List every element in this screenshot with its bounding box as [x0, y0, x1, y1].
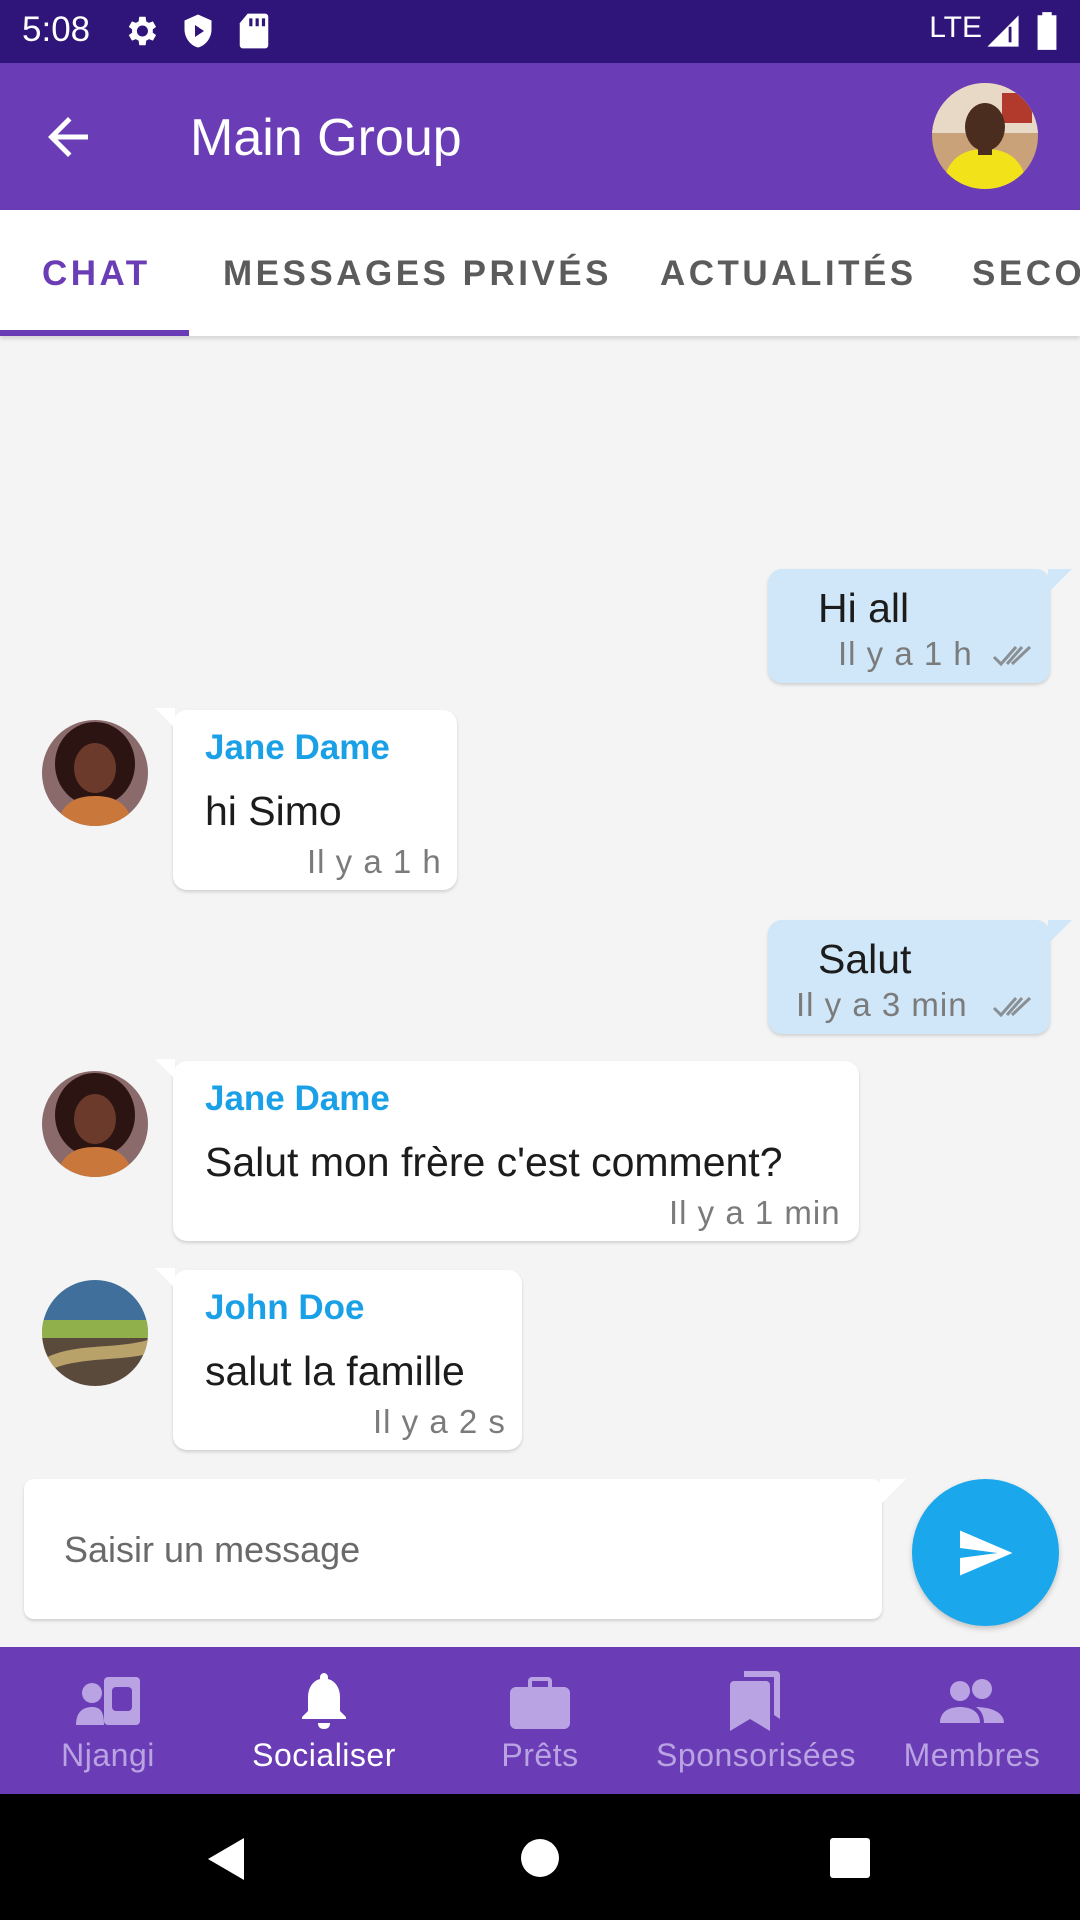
nav-label: Njangi [61, 1737, 155, 1773]
nav-label: Sponsorisées [656, 1737, 856, 1773]
double-check-icon [992, 645, 1032, 667]
message-text: hi Simo [205, 788, 342, 834]
avatar-jane-dame[interactable] [42, 720, 148, 826]
signal-icon [986, 14, 1020, 53]
avatar-john-doe[interactable] [42, 1280, 148, 1386]
system-navigation-bar [0, 1794, 1080, 1920]
message-time: Il y a 1 h [838, 635, 973, 672]
outgoing-message[interactable]: Salut Il y a 3 min [768, 920, 1072, 1034]
message-sender: Jane Dame [205, 1079, 390, 1118]
nav-label: Membres [903, 1737, 1041, 1773]
briefcase-icon [510, 1677, 570, 1729]
message-sender: John Doe [205, 1288, 365, 1327]
nav-label: Prêts [501, 1737, 579, 1773]
people-icon [940, 1679, 1004, 1723]
page-title: Main Group [190, 109, 462, 167]
message-text: salut la famille [205, 1348, 465, 1394]
nav-item-membres[interactable]: Membres [864, 1647, 1080, 1794]
nav-label: Socialiser [252, 1737, 396, 1773]
send-button[interactable] [912, 1479, 1059, 1626]
play-protect-icon [180, 12, 216, 55]
message-text: Hi all [818, 585, 910, 631]
app-bar: Main Group [0, 63, 1080, 210]
back-button[interactable] [38, 107, 108, 167]
tab-news[interactable]: ACTUALITÉS [660, 254, 917, 294]
double-check-icon [992, 996, 1032, 1018]
tab-seco[interactable]: SECO [972, 254, 1080, 294]
status-time: 5:08 [22, 10, 91, 49]
incoming-message[interactable]: John Doe salut la famille Il y a 2 s [155, 1268, 522, 1450]
message-time: Il y a 3 min [796, 986, 968, 1023]
nav-item-prets[interactable]: Prêts [432, 1647, 648, 1794]
message-input[interactable] [62, 1519, 846, 1581]
avatar-jane-dame[interactable] [42, 1071, 148, 1177]
system-home-icon[interactable] [520, 1838, 560, 1878]
message-time: Il y a 2 s [373, 1403, 506, 1440]
outgoing-message[interactable]: Hi all Il y a 1 h [768, 569, 1072, 683]
sd-card-icon [238, 12, 270, 55]
tab-chat[interactable]: CHAT [42, 254, 151, 294]
arrow-back-icon [48, 117, 88, 157]
message-time: Il y a 1 h [307, 843, 442, 880]
tab-bar: CHAT MESSAGES PRIVÉS ACTUALITÉS SECO [0, 210, 1080, 336]
group-avatar[interactable] [932, 83, 1038, 189]
network-type: LTE [929, 11, 982, 44]
message-composer [24, 1479, 906, 1619]
send-icon [960, 1530, 1013, 1576]
bookmarks-icon [730, 1671, 780, 1731]
active-tab-indicator [0, 330, 189, 336]
bottom-navigation: Njangi Socialiser Prêts Sponsorisées Mem… [0, 1647, 1080, 1794]
message-text: Salut mon frère c'est comment? [205, 1139, 783, 1185]
message-text: Salut [818, 936, 912, 982]
bell-icon [302, 1673, 346, 1729]
incoming-message[interactable]: Jane Dame Salut mon frère c'est comment?… [155, 1059, 859, 1241]
nav-item-njangi[interactable]: Njangi [0, 1647, 216, 1794]
battery-icon [1036, 12, 1058, 55]
nav-item-socialiser[interactable]: Socialiser [216, 1647, 432, 1794]
id-card-icon [76, 1677, 140, 1725]
system-recents-icon[interactable] [830, 1838, 870, 1878]
system-back-icon[interactable] [204, 1836, 248, 1882]
status-bar: 5:08 LTE [0, 0, 1080, 63]
tab-private-messages[interactable]: MESSAGES PRIVÉS [223, 254, 612, 294]
incoming-message[interactable]: Jane Dame hi Simo Il y a 1 h [155, 708, 457, 890]
message-sender: Jane Dame [205, 728, 390, 767]
message-time: Il y a 1 min [669, 1194, 841, 1231]
gear-icon [122, 12, 160, 55]
nav-item-sponsorisees[interactable]: Sponsorisées [648, 1647, 864, 1794]
